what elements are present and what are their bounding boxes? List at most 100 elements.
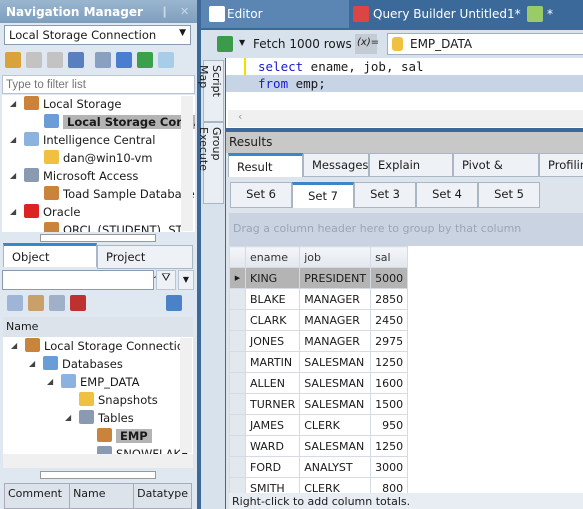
cell-sal[interactable]: 5000 [370, 267, 409, 289]
tab-project-manager[interactable]: Project Manager [97, 245, 193, 286]
cell-sal[interactable]: 950 [370, 414, 409, 436]
tree-node[interactable]: ◢ Local Storage Connection [11, 337, 191, 355]
expand-icon[interactable]: ◢ [10, 131, 16, 149]
connection-select[interactable]: Local Storage Connection ▼ [4, 25, 191, 45]
table-row[interactable]: FORD ANALYST 3000 [229, 456, 409, 478]
cell-ename[interactable]: FORD [244, 456, 301, 478]
tree-node[interactable]: Toad Sample Database [44, 185, 195, 203]
cell-job[interactable]: SALESMAN [299, 372, 372, 394]
cell-job[interactable]: SALESMAN [299, 393, 372, 415]
table-row[interactable]: BLAKE MANAGER 2850 [229, 288, 409, 310]
drop-table-icon[interactable] [70, 295, 86, 311]
table-row[interactable]: ▶ KING PRESIDENT 5000 [229, 267, 409, 289]
expand-icon[interactable]: ◢ [29, 355, 35, 373]
tree-node[interactable]: ◢ Databases [29, 355, 123, 373]
tab-messages[interactable]: Messages [303, 153, 369, 177]
intelligence-central-icon[interactable] [158, 52, 174, 68]
cell-ename[interactable]: CLARK [244, 309, 301, 331]
tab-group-execute[interactable]: Group Execute [197, 122, 224, 204]
object-filter-input[interactable] [2, 270, 154, 290]
table-row[interactable]: JAMES CLERK 950 [229, 414, 409, 436]
set-tab[interactable]: Set 7 [292, 182, 354, 208]
pin-icon[interactable]: ❙ [160, 5, 169, 18]
expand-icon[interactable]: ◢ [65, 409, 71, 427]
cell-ename[interactable]: ALLEN [244, 372, 301, 394]
cell-sal[interactable]: 2850 [370, 288, 409, 310]
explorer-scrollbar[interactable] [180, 338, 192, 453]
tab-explain-plan[interactable]: Explain Plan [369, 153, 453, 194]
tab-query-builder[interactable]: Query Builder Untitled1* [347, 0, 521, 28]
column-header-sal[interactable]: sal [370, 246, 409, 268]
cell-job[interactable]: MANAGER [299, 309, 372, 331]
cell-ename[interactable]: KING [244, 267, 301, 289]
sql-editor[interactable]: select ename, job, sal from emp; ‹ [226, 58, 583, 128]
close-icon[interactable]: ✕ [180, 5, 189, 18]
tab-result-sets[interactable]: Result Sets [228, 153, 303, 196]
splitter-handle[interactable] [40, 234, 156, 242]
new-table-icon[interactable] [7, 295, 23, 311]
cell-job[interactable]: ANALYST [299, 456, 372, 478]
edit-table-icon[interactable] [49, 295, 65, 311]
tab-object-explorer[interactable]: Object Explorer [3, 243, 97, 286]
set-tab[interactable]: Set 6 [230, 182, 292, 208]
execute-dropdown[interactable]: ▼ [239, 38, 245, 47]
properties-icon[interactable] [95, 52, 111, 68]
column-datatype[interactable]: Datatype [134, 484, 191, 508]
cell-job[interactable]: MANAGER [299, 330, 372, 352]
column-header-ename[interactable]: ename [244, 246, 301, 268]
cell-job[interactable]: MANAGER [299, 288, 372, 310]
set-tab[interactable]: Set 4 [416, 182, 478, 208]
expand-icon[interactable]: ◢ [10, 95, 16, 113]
tree-node[interactable]: ◢ EMP_DATA [47, 373, 140, 391]
expand-icon[interactable]: ◢ [10, 167, 16, 185]
column-comment[interactable]: Comment [5, 484, 71, 508]
cell-sal[interactable]: 3000 [370, 456, 409, 478]
editor-hscrollbar[interactable]: ‹ [228, 110, 583, 127]
cell-ename[interactable]: JAMES [244, 414, 301, 436]
execute-icon[interactable] [217, 36, 233, 52]
cell-sal[interactable]: 1500 [370, 393, 409, 415]
set-tab[interactable]: Set 5 [478, 182, 540, 208]
cell-ename[interactable]: WARD [244, 435, 301, 457]
column-header-job[interactable]: job [299, 246, 372, 268]
database-select[interactable]: EMP_DATA [387, 33, 583, 55]
cell-job[interactable]: SALESMAN [299, 435, 372, 457]
tree-node[interactable]: ORCL (STUDENT), ST [44, 221, 183, 232]
column-name[interactable]: Name [70, 484, 135, 508]
table-row[interactable]: TURNER SALESMAN 1500 [229, 393, 409, 415]
export-icon[interactable] [137, 52, 153, 68]
tree-node[interactable]: ◢ Intelligence Central [10, 131, 155, 149]
tree-node[interactable]: Snapshots [79, 391, 158, 409]
tree-node[interactable]: ◢ Local Storage [10, 95, 121, 113]
group-by-area[interactable]: Drag a column header here to group by th… [229, 213, 583, 246]
name-header[interactable]: Name [3, 317, 193, 337]
cell-sal[interactable]: 1250 [370, 351, 409, 373]
cell-job[interactable]: PRESIDENT [299, 267, 372, 289]
disconnect-icon[interactable] [26, 52, 42, 68]
cell-sal[interactable]: 2450 [370, 309, 409, 331]
cell-ename[interactable]: MARTIN [244, 351, 301, 373]
table-row[interactable]: JONES MANAGER 2975 [229, 330, 409, 352]
tab-profiling[interactable]: Profiling [539, 153, 583, 177]
cell-ename[interactable]: TURNER [244, 393, 301, 415]
set-tab[interactable]: Set 3 [354, 182, 416, 208]
new-object-icon[interactable] [28, 295, 44, 311]
remove-connection-icon[interactable] [68, 52, 84, 68]
tree-node[interactable]: ◢ Oracle [10, 203, 80, 221]
new-connection-icon[interactable] [5, 52, 21, 68]
filter-input[interactable] [2, 75, 195, 94]
cell-sal[interactable]: 1250 [370, 435, 409, 457]
table-row[interactable]: WARD SALESMAN 1250 [229, 435, 409, 457]
tab-pivot-chart[interactable]: Pivot & Chart [453, 153, 539, 194]
filter-icon[interactable]: ⛛ [156, 270, 176, 290]
tree-node[interactable]: SNOWFLAKE [97, 445, 188, 454]
view-options-icon[interactable] [166, 295, 182, 311]
cell-job[interactable]: SALESMAN [299, 351, 372, 373]
tab-script-map[interactable]: Script Map [197, 60, 224, 122]
tree-node[interactable]: ◢ Microsoft Access [10, 167, 138, 185]
explorer-hscrollbar[interactable] [3, 454, 193, 468]
table-row[interactable]: ALLEN SALESMAN 1600 [229, 372, 409, 394]
tree-node[interactable]: EMP [97, 427, 152, 445]
variables-button[interactable]: (x)= [355, 34, 379, 54]
expand-icon[interactable]: ◢ [10, 203, 16, 221]
